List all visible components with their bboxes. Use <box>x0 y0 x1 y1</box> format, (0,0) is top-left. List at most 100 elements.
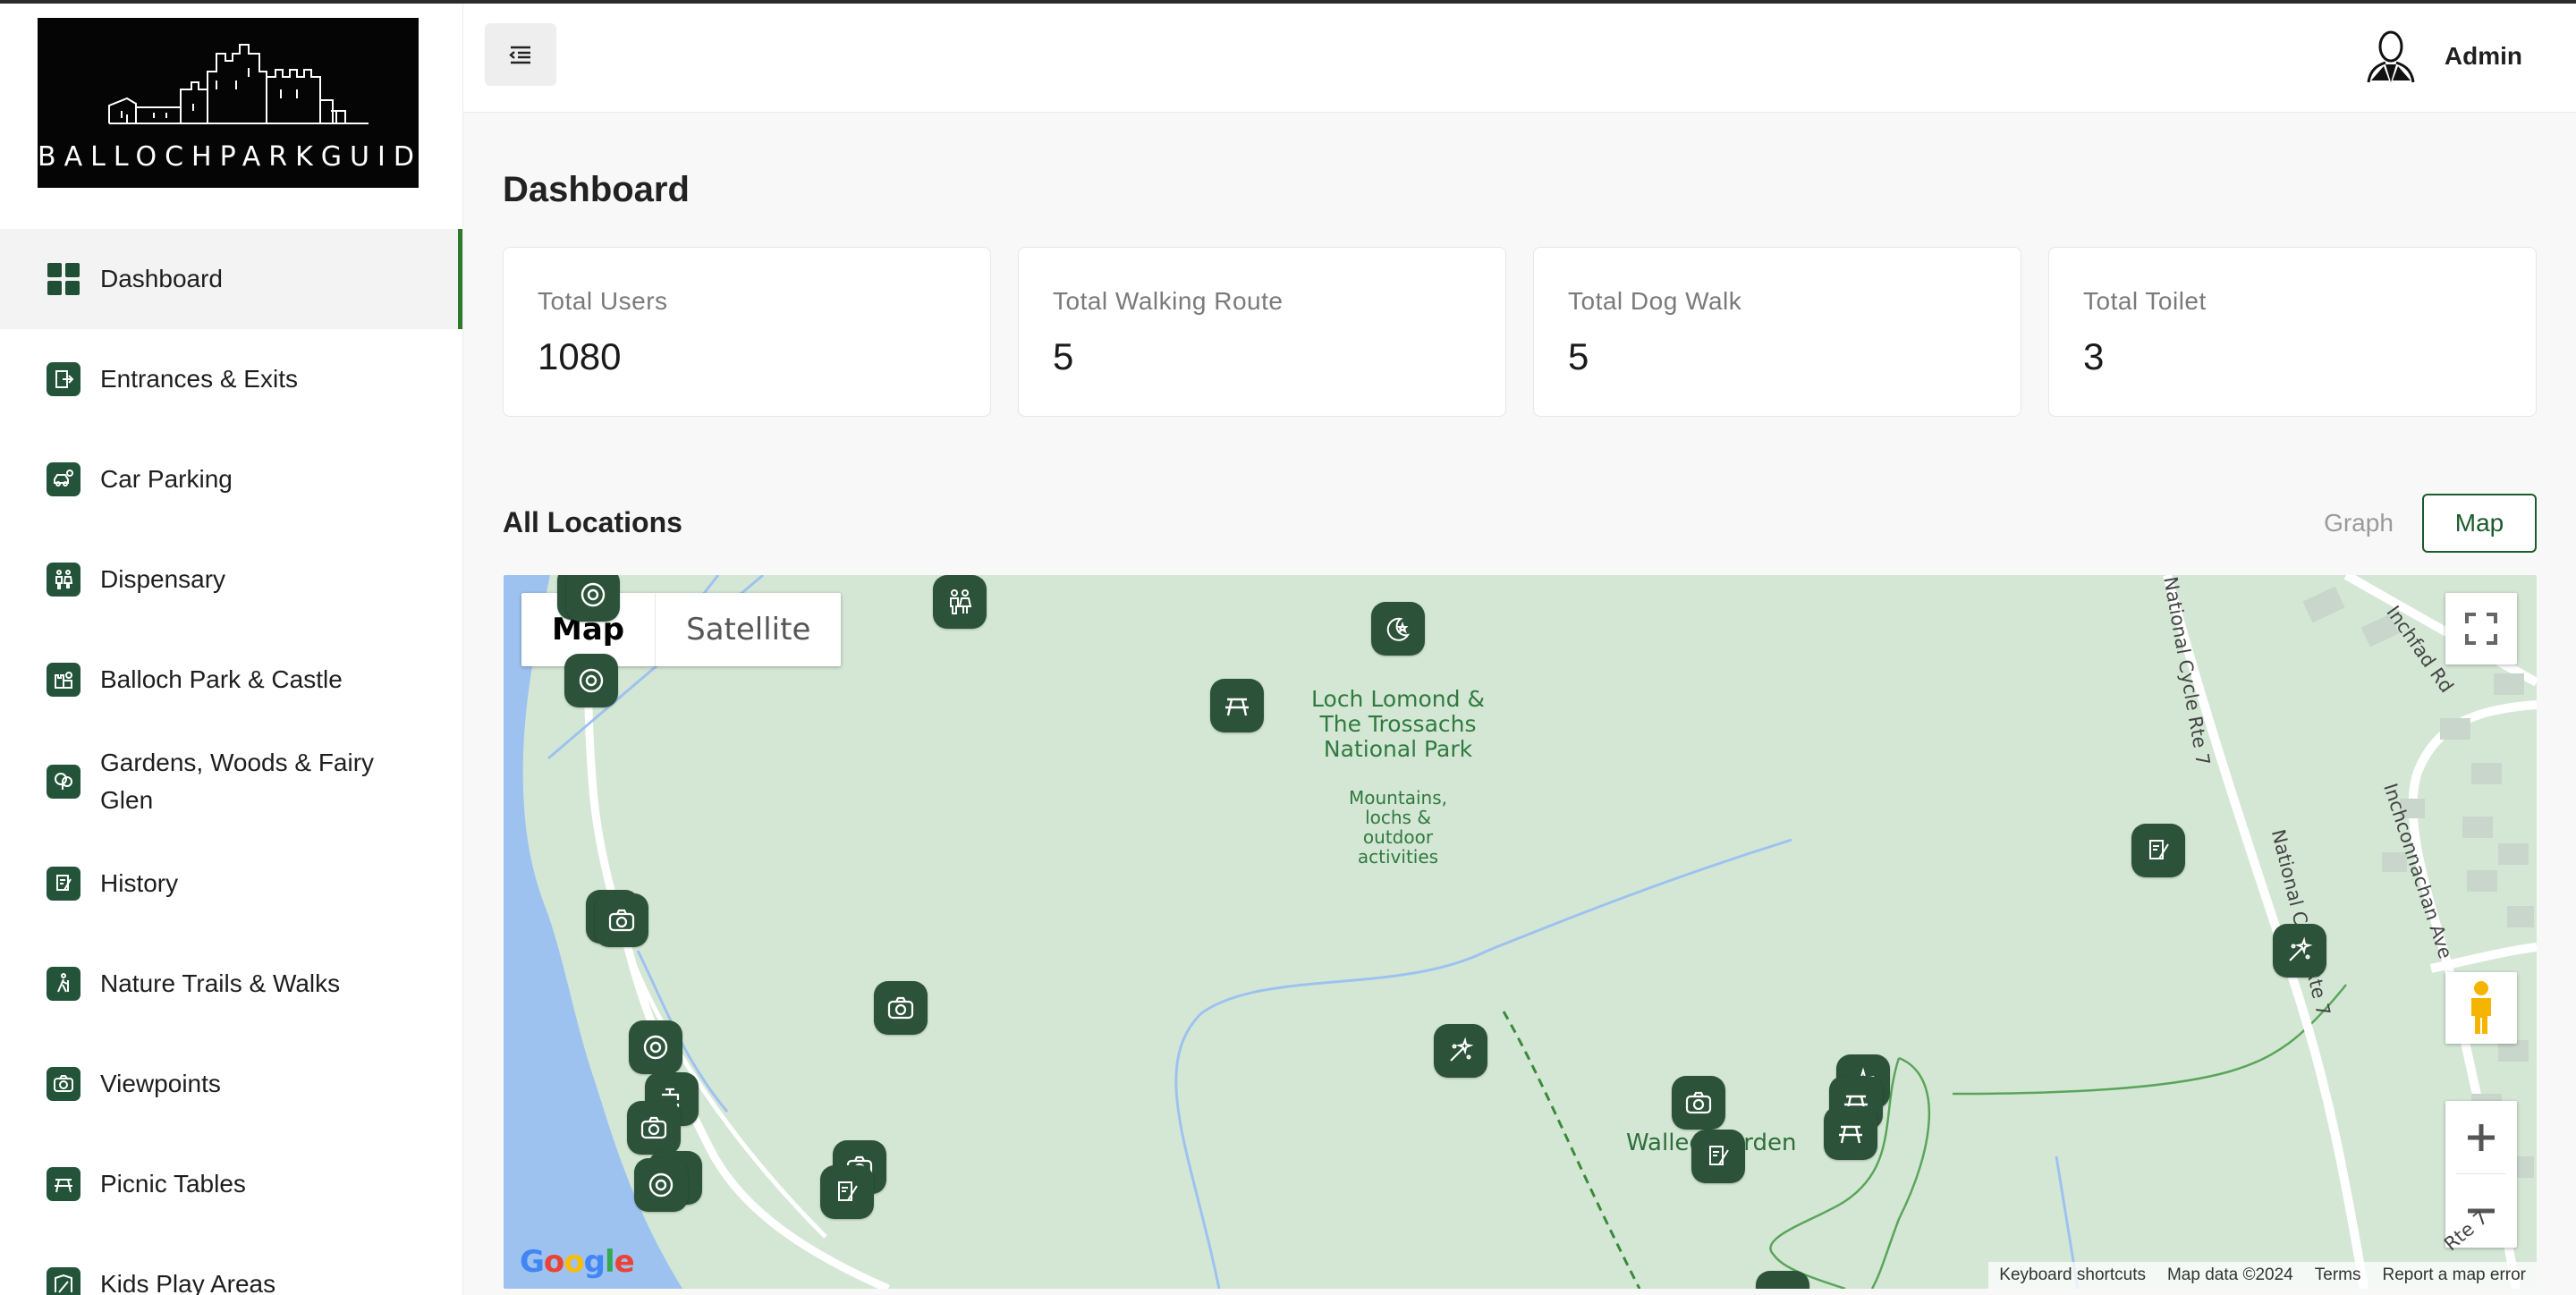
hiker-icon <box>47 967 80 1001</box>
report-map-error-link[interactable]: Report a map error <box>2371 1265 2537 1285</box>
plus-icon <box>2468 1124 2495 1151</box>
map-label-park-subtitle: Mountains, lochs & outdoor activities <box>1349 787 1447 868</box>
scroll-icon <box>1709 1146 1729 1165</box>
map-marker-lifebuoy[interactable] <box>564 654 618 707</box>
user-avatar-icon <box>2367 30 2415 83</box>
logo-text: BALLOCHPARKGUIDE <box>38 141 447 173</box>
map-marker-picnic-table[interactable] <box>1210 679 1264 732</box>
map-marker-fairy[interactable] <box>1434 1024 1487 1078</box>
zoom-in-button[interactable] <box>2445 1101 2517 1174</box>
camera-icon <box>640 1116 667 1139</box>
scroll-icon <box>47 867 80 901</box>
locations-map[interactable]: Map Satellite Loch Lomond & The Trossach… <box>504 575 2537 1289</box>
top-header: Admin <box>463 4 2576 113</box>
page-title: Dashboard <box>503 170 690 209</box>
stat-label: Total Toilet <box>2083 287 2207 315</box>
sidebar-item-viewpoints[interactable]: Viewpoints <box>0 1034 462 1134</box>
sidebar-item-entrances-exits[interactable]: Entrances & Exits <box>0 329 462 429</box>
stat-value: 1080 <box>538 335 622 377</box>
section-title-all-locations: All Locations <box>503 506 682 538</box>
stat-value: 5 <box>1568 335 1589 377</box>
lifebuoy-icon <box>579 668 604 693</box>
user-menu[interactable]: Admin <box>2366 29 2522 84</box>
fairy-wand-icon <box>1450 1037 1474 1062</box>
map-marker-camera[interactable] <box>595 893 648 947</box>
sidebar-item-dispensary[interactable]: Dispensary <box>0 529 462 630</box>
map-view-button[interactable]: Map <box>2422 494 2537 553</box>
map-marker-history[interactable] <box>2131 824 2185 877</box>
sidebar-item-kids-play-areas[interactable]: Kids Play Areas <box>0 1234 462 1295</box>
night-star-icon <box>1386 617 1411 641</box>
fullscreen-button[interactable] <box>2445 593 2517 664</box>
map-marker-history[interactable] <box>820 1165 874 1219</box>
scroll-icon <box>838 1181 858 1201</box>
map-marker-history[interactable] <box>1691 1130 1745 1183</box>
map-label-national-park: Loch Lomond & The Trossachs National Par… <box>1311 686 1485 762</box>
map-data-text: Map data ©2024 <box>2166 1265 2293 1284</box>
graph-view-button[interactable]: Graph <box>2299 494 2419 553</box>
sidebar-item-label: History <box>100 869 179 897</box>
stat-card-total-dog-walk: Total Dog Walk 5 <box>1533 247 2021 417</box>
sidebar-item-label: Gardens, Woods & Fairy Glen <box>100 749 375 814</box>
map-marker-lifebuoy[interactable] <box>566 575 620 622</box>
sidebar-item-label: Kids Play Areas <box>100 1270 276 1295</box>
sidebar-item-balloch-park-castle[interactable]: Balloch Park & Castle <box>0 630 462 730</box>
stat-value: 3 <box>2083 335 2105 377</box>
map-marker-lifebuoy[interactable] <box>634 1158 688 1212</box>
car-icon <box>47 462 80 496</box>
map-marker-partial[interactable] <box>1756 1271 1809 1289</box>
map-attribution-bar: Keyboard shortcuts Map data ©2024 Terms … <box>1988 1262 2537 1289</box>
keyboard-shortcuts-link[interactable]: Keyboard shortcuts <box>1988 1265 2157 1285</box>
sidebar-item-label: Dashboard <box>100 265 223 292</box>
picnic-table-icon <box>1839 1125 1862 1144</box>
user-name: Admin <box>2444 42 2522 70</box>
sidebar-item-gardens-woods[interactable]: Gardens, Woods & Fairy Glen <box>0 730 462 834</box>
street-view-pegman-button[interactable] <box>2445 972 2517 1044</box>
sidebar-item-picnic-tables[interactable]: Picnic Tables <box>0 1134 462 1234</box>
fairy-wand-icon <box>2289 936 2313 961</box>
sidebar-item-label: Balloch Park & Castle <box>100 665 343 693</box>
sidebar-item-car-parking[interactable]: Car Parking <box>0 429 462 529</box>
sidebar-item-label: Viewpoints <box>100 1070 221 1097</box>
sidebar-item-label: Nature Trails & Walks <box>100 969 341 997</box>
brand-logo[interactable]: BALLOCHPARKGUIDE <box>38 18 447 188</box>
camera-icon <box>47 1067 80 1101</box>
pegman-icon <box>2471 981 2491 1034</box>
sidebar-nav: Dashboard Entrances & Exits Car Parking … <box>0 229 462 1295</box>
lifebuoy-icon <box>643 1035 668 1060</box>
map-marker-picnic-table[interactable] <box>1824 1106 1877 1160</box>
stat-label: Total Users <box>538 287 668 315</box>
map-marker-night-star[interactable] <box>1371 602 1425 656</box>
map-marker-camera[interactable] <box>627 1101 681 1155</box>
map-marker-toilet[interactable] <box>933 575 987 629</box>
menu-collapse-icon <box>509 46 530 64</box>
sidebar: BALLOCHPARKGUIDE Dashboard Entrances & E… <box>0 4 463 1295</box>
map-marker-lifebuoy[interactable] <box>629 1020 682 1074</box>
sidebar-item-history[interactable]: History <box>0 834 462 934</box>
picnic-table-icon <box>1225 698 1249 716</box>
castle-icon <box>47 663 80 697</box>
sidebar-item-dashboard[interactable]: Dashboard <box>0 229 462 329</box>
sidebar-item-label: Picnic Tables <box>100 1170 246 1198</box>
toilet-people-icon <box>950 589 972 614</box>
sidebar-item-label: Entrances & Exits <box>100 365 298 393</box>
stat-card-total-toilet: Total Toilet 3 <box>2048 247 2537 417</box>
map-marker-fairy[interactable] <box>2273 924 2326 978</box>
dashboard-grid-icon <box>47 262 80 296</box>
exit-door-icon <box>47 362 80 396</box>
terms-link[interactable]: Terms <box>2304 1265 2372 1285</box>
stat-value: 5 <box>1053 335 1074 377</box>
map-canvas[interactable] <box>504 575 2537 1289</box>
sidebar-item-nature-trails[interactable]: Nature Trails & Walks <box>0 934 462 1034</box>
fullscreen-icon <box>2465 613 2497 645</box>
map-type-satellite-button[interactable]: Satellite <box>656 593 841 666</box>
sidebar-toggle-button[interactable] <box>485 23 556 86</box>
playground-icon <box>47 1267 80 1295</box>
camera-icon <box>887 996 914 1020</box>
camera-icon <box>608 909 635 932</box>
map-marker-camera[interactable] <box>874 981 928 1035</box>
stat-label: Total Walking Route <box>1053 287 1284 315</box>
tree-icon <box>47 765 80 799</box>
lifebuoy-icon <box>648 1172 674 1198</box>
map-marker-camera[interactable] <box>1672 1076 1725 1130</box>
